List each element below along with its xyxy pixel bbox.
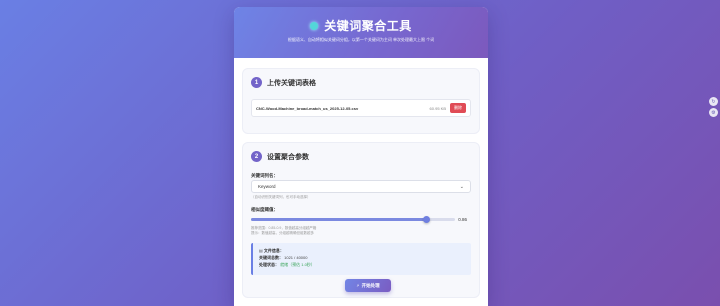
keyword-count-value: 1021 / 40000: [284, 255, 308, 260]
keyword-column-select[interactable]: Keyword ⌄: [251, 180, 471, 193]
chevron-down-icon: ⌄: [459, 183, 464, 190]
keyword-column-label: 关键词列名：: [251, 173, 278, 178]
upload-section-title: 上传关键词表格: [267, 79, 316, 87]
start-processing-button[interactable]: ⚡ 开始处理: [345, 279, 391, 292]
app-header: 关键词聚合工具 根据语义、自动将相似关键词分组，以第一个关键词为主词 单次处理最…: [234, 7, 488, 58]
keyword-column-value: Keyword: [258, 184, 276, 189]
main-card: 关键词聚合工具 根据语义、自动将相似关键词分组，以第一个关键词为主词 单次处理最…: [234, 7, 488, 306]
params-section-title: 设置聚合参数: [267, 153, 309, 161]
file-size: 60.95 KB: [429, 105, 446, 111]
page-subtitle: 根据语义、自动将相似关键词分组，以第一个关键词为主词 单次处理最大上限 个词: [234, 37, 488, 43]
page-title: 关键词聚合工具: [324, 19, 412, 33]
uploaded-file-row: CNC-Wood-Machine_broad-match_us_2025-12-…: [251, 99, 471, 117]
upload-section: 1 上传关键词表格 CNC-Wood-Machine_broad-match_u…: [242, 68, 480, 134]
similarity-slider-thumb[interactable]: [422, 216, 430, 223]
keyword-count-label: 关键词总数：: [259, 255, 283, 260]
file-info-box: ▤ 文件信息： 关键词总数： 1021 / 40000 处理状态： 就绪（预估 …: [251, 243, 471, 275]
status-value: 就绪（预估 1.0秒）: [280, 262, 315, 267]
step-badge-1: 1: [251, 77, 262, 88]
side-refresh-icon[interactable]: ↻: [709, 97, 718, 106]
similarity-label: 相似度阈值：: [251, 207, 278, 212]
logo-dot-icon: [310, 21, 319, 30]
similarity-slider-fill: [251, 218, 427, 221]
similarity-value: 0.86: [458, 217, 467, 222]
info-icon: ▤: [259, 248, 263, 253]
subtitle-text-a: 根据语义、自动将相似关键词分组，以第一个关键词为主词: [287, 37, 392, 42]
similarity-hint-2: 提示：数值越高，分组越精确但组数越多: [251, 231, 314, 235]
file-info-title: 文件信息：: [263, 248, 284, 253]
similarity-slider[interactable]: [251, 216, 455, 223]
subtitle-text-c: 个词: [426, 37, 435, 42]
params-section: 2 设置聚合参数 关键词列名： Keyword ⌄ （自动识别关键词列，也可手动…: [242, 142, 480, 298]
keyword-column-hint: （自动识别关键词列，也可手动选择）: [251, 195, 311, 199]
subtitle-text-b: 单次处理最大上限: [393, 37, 425, 42]
side-settings-icon[interactable]: ⚙: [709, 108, 718, 117]
delete-file-button[interactable]: 删除: [450, 103, 466, 113]
step-badge-2: 2: [251, 151, 262, 162]
lightning-icon: ⚡: [356, 282, 360, 288]
start-processing-label: 开始处理: [361, 282, 380, 288]
status-label: 处理状态：: [259, 262, 279, 267]
file-name: CNC-Wood-Machine_broad-match_us_2025-12-…: [256, 105, 359, 111]
